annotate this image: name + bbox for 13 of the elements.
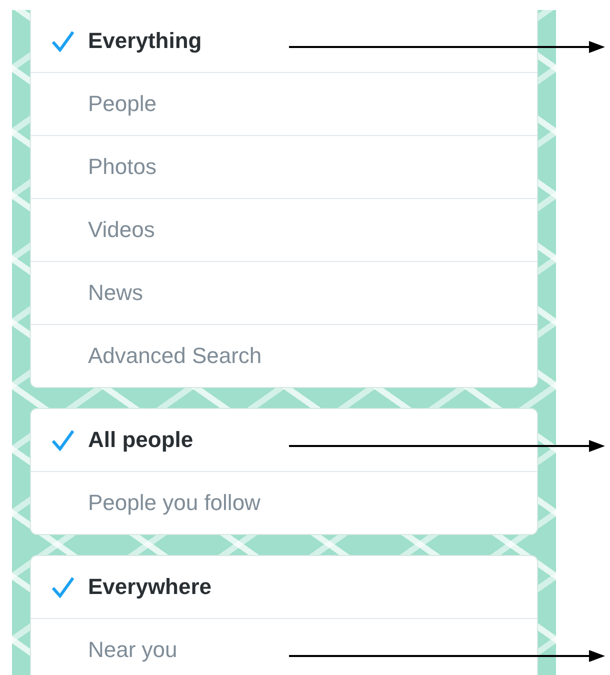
menu-item[interactable]: All people	[31, 409, 537, 472]
menu-item[interactable]: Everything	[31, 10, 537, 73]
menu-item[interactable]: People you follow	[31, 472, 537, 534]
menu-item[interactable]: News	[31, 262, 537, 325]
checkmark-icon	[50, 30, 74, 52]
menu-item[interactable]: Everywhere	[31, 556, 537, 619]
checkmark-icon	[50, 576, 74, 598]
menu-item[interactable]: Advanced Search	[31, 325, 537, 387]
menu-item[interactable]: Videos	[31, 199, 537, 262]
menu-item[interactable]: Near you	[31, 619, 537, 675]
checkmark-icon	[50, 429, 74, 451]
menu-item[interactable]: Photos	[31, 136, 537, 199]
menu-item[interactable]: People	[31, 73, 537, 136]
